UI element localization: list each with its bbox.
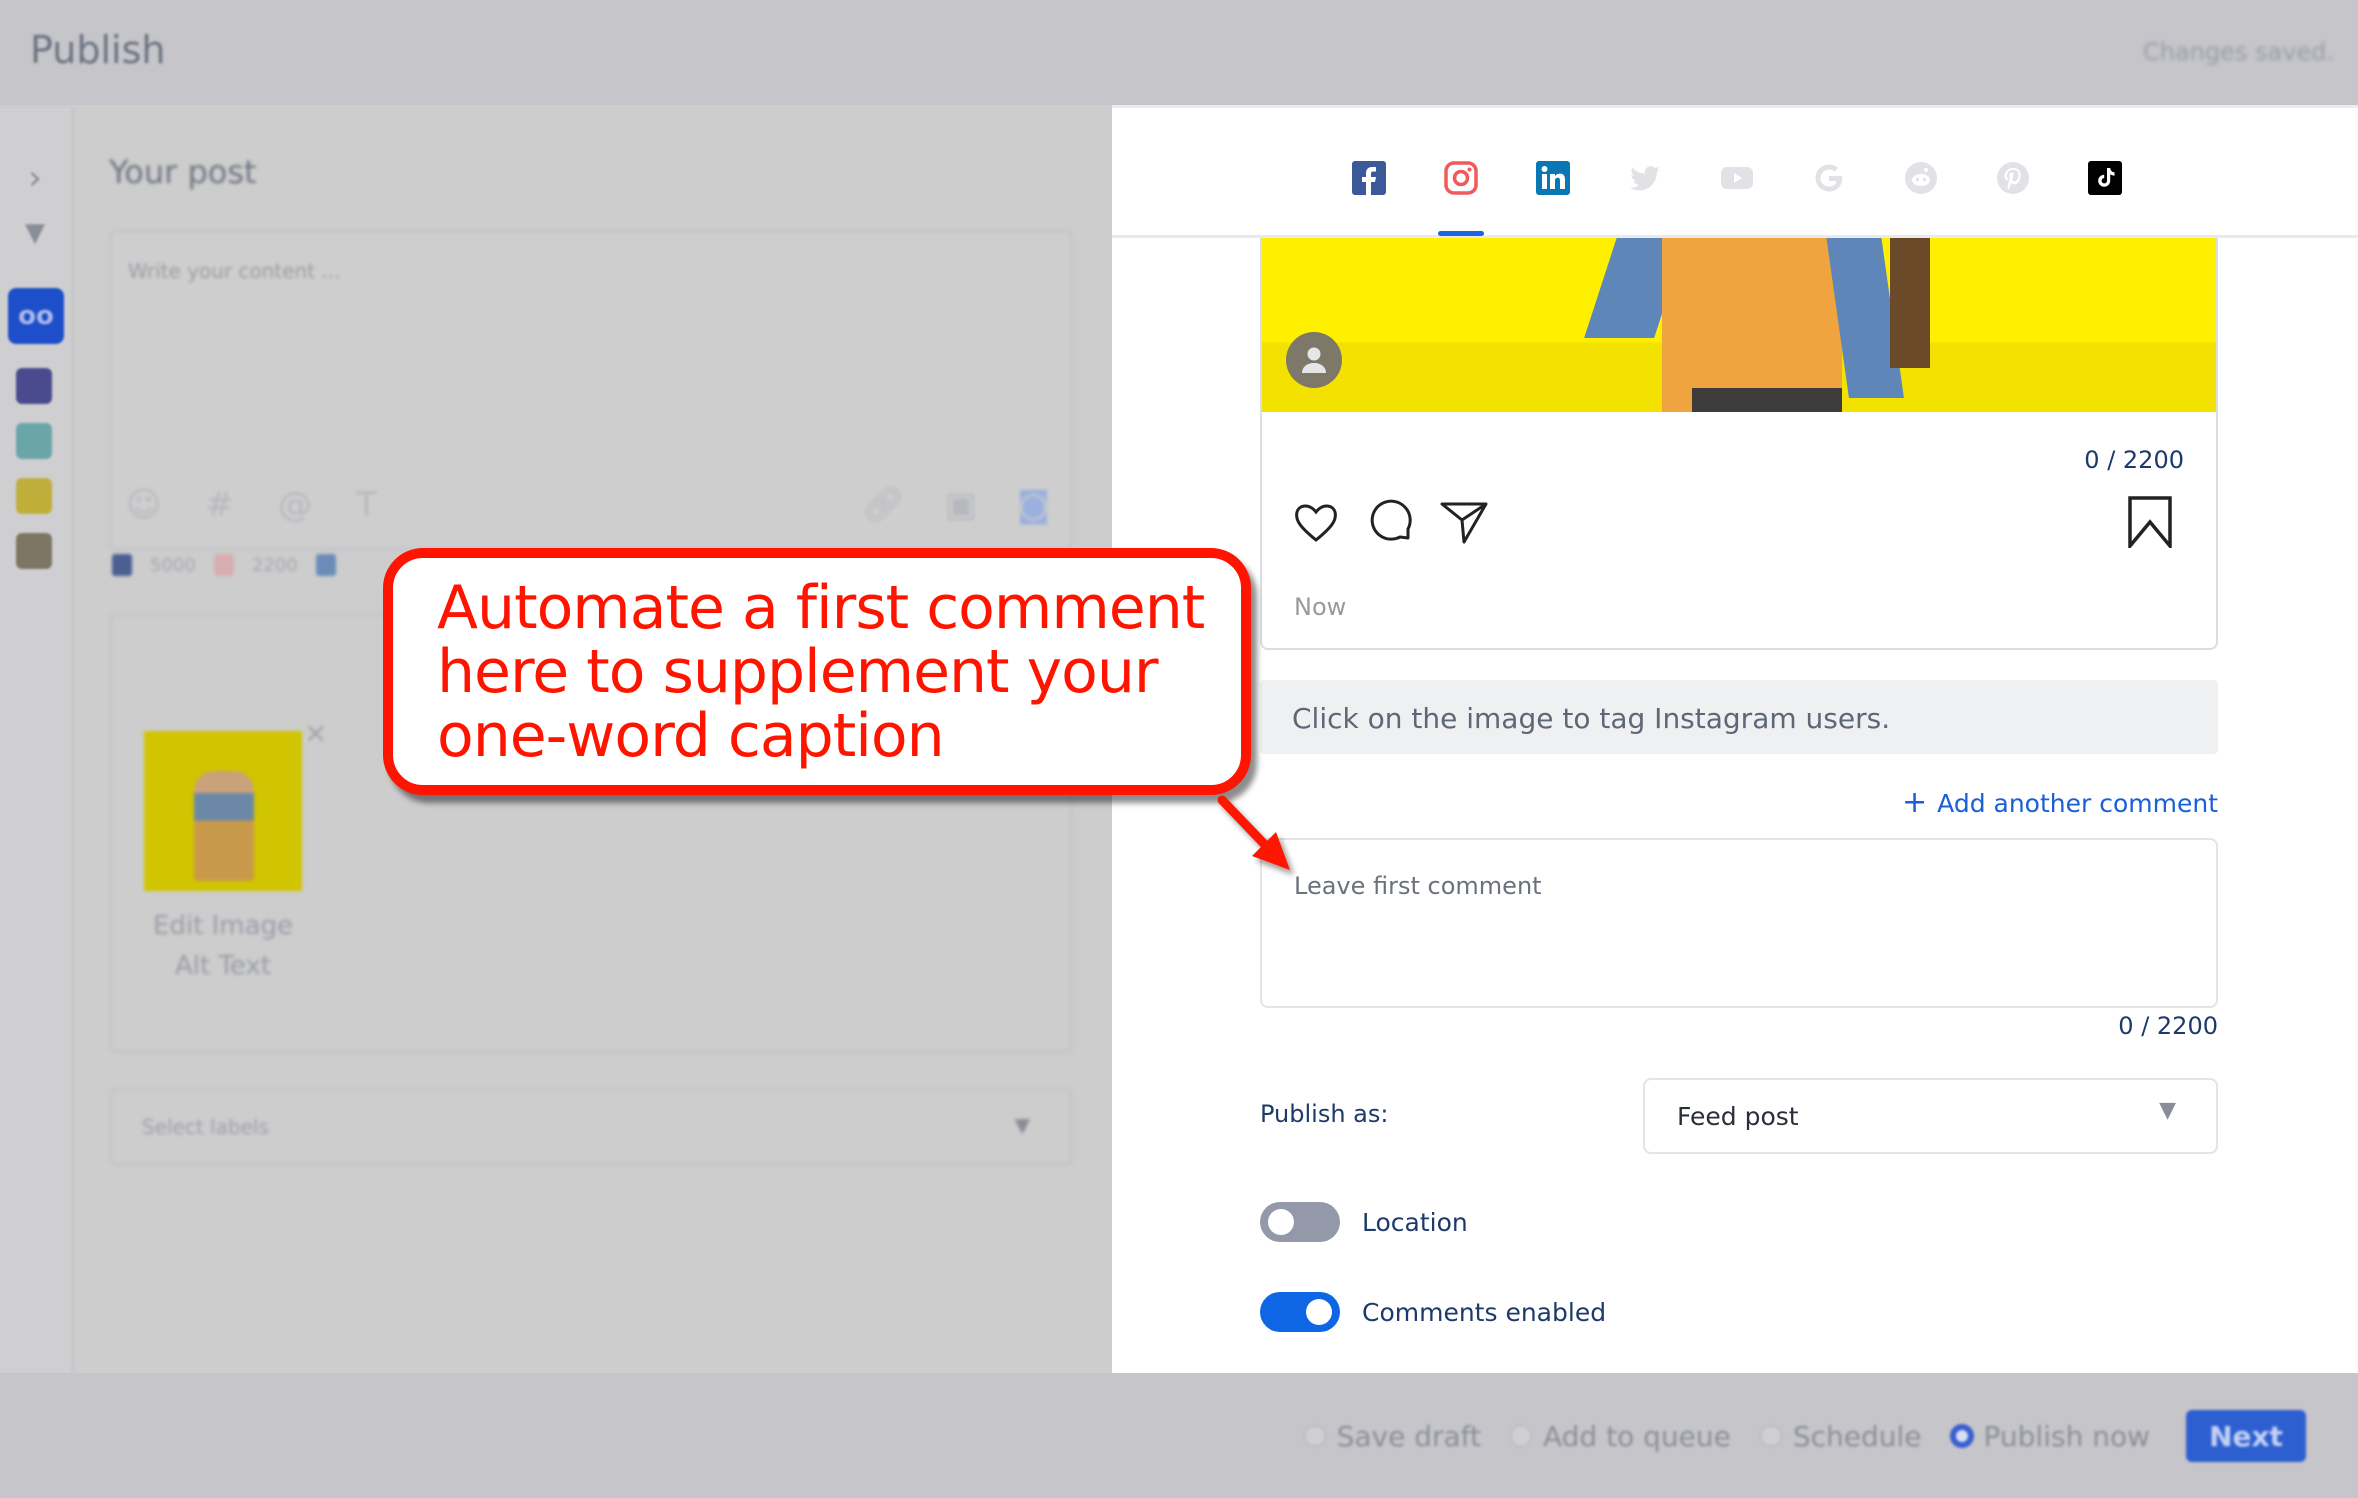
tab-pinterest[interactable] xyxy=(1996,161,2030,195)
account-avatar[interactable] xyxy=(16,533,52,569)
facebook-icon xyxy=(1352,161,1386,195)
remove-media-icon[interactable]: × xyxy=(304,716,327,749)
instagram-limit: 2200 xyxy=(251,554,298,576)
callout-arrow-icon xyxy=(1217,795,1290,870)
next-button[interactable]: Next xyxy=(2186,1410,2306,1462)
share-icon xyxy=(1438,496,1490,548)
network-preview-panel: 0 / 2200 Now Click on the image to tag I… xyxy=(1112,105,2358,1373)
add-another-comment-link[interactable]: + Add another comment xyxy=(1902,785,2218,820)
labels-placeholder: Select labels xyxy=(142,1115,269,1139)
callout-line-1: Automate a first comment xyxy=(437,573,1205,643)
network-char-limits: 5000 2200 xyxy=(112,554,336,576)
content-placeholder: Write your content ... xyxy=(128,259,341,283)
chevron-down-icon: ▼ xyxy=(1014,1113,1030,1137)
labels-select[interactable]: Select labels ▼ xyxy=(109,1088,1073,1166)
publish-now-radio[interactable]: Publish now xyxy=(1949,1419,2150,1453)
account-avatar[interactable] xyxy=(16,368,52,404)
mention-icon[interactable]: @ xyxy=(278,485,312,525)
tab-google[interactable] xyxy=(1812,161,1846,195)
post-image[interactable] xyxy=(1262,238,2216,412)
active-tab-indicator xyxy=(1438,231,1484,236)
instagram-icon xyxy=(1444,161,1478,195)
account-avatar[interactable] xyxy=(16,478,52,514)
location-row: Location xyxy=(1260,1202,1468,1242)
hashtag-icon[interactable]: # xyxy=(205,485,234,525)
bookmark-icon xyxy=(2124,496,2176,551)
accounts-sidebar: › ▼ oo xyxy=(0,108,74,1373)
tab-youtube[interactable] xyxy=(1720,161,1754,195)
tab-facebook[interactable] xyxy=(1352,161,1386,195)
facebook-limit: 5000 xyxy=(150,554,196,576)
publish-as-value: Feed post xyxy=(1677,1102,1799,1131)
edit-alt-text-line1: Edit Image xyxy=(152,911,294,941)
network-tabs xyxy=(1112,105,2358,238)
account-group-avatar[interactable]: oo xyxy=(8,288,64,344)
caption-char-count: 0 / 2200 xyxy=(2084,446,2184,474)
edit-alt-text-line2: Alt Text xyxy=(174,951,272,981)
content-editor[interactable]: Write your content ... ☺ # @ T 🔗︎ ▣ ◙ xyxy=(109,230,1073,550)
publish-as-label: Publish as: xyxy=(1260,1100,1389,1128)
add-to-queue-label: Add to queue xyxy=(1543,1419,1731,1453)
save-draft-label: Save draft xyxy=(1336,1419,1481,1453)
publish-now-label: Publish now xyxy=(1983,1419,2150,1453)
linkedin-icon xyxy=(315,554,336,576)
post-timestamp: Now xyxy=(1294,593,1347,621)
location-label: Location xyxy=(1362,1207,1468,1237)
publish-footer: Save draft Add to queue Schedule Publish… xyxy=(0,1373,2358,1498)
tab-instagram[interactable] xyxy=(1444,161,1478,195)
callout-line-3: one-word caption xyxy=(437,701,945,771)
page-title: Publish xyxy=(30,28,166,72)
callout-line-2: here to supplement your xyxy=(437,637,1159,707)
top-header: Publish Changes saved. xyxy=(0,0,2358,105)
camera-icon[interactable]: ◙ xyxy=(1017,485,1050,525)
facebook-icon xyxy=(112,554,132,576)
user-icon xyxy=(1302,347,1326,373)
instagram-icon xyxy=(213,554,234,576)
comments-enabled-toggle[interactable] xyxy=(1260,1292,1340,1332)
emoji-icon[interactable]: ☺ xyxy=(126,485,161,525)
first-comment-input[interactable] xyxy=(1260,838,2218,1008)
schedule-label: Schedule xyxy=(1792,1419,1922,1453)
location-toggle[interactable] xyxy=(1260,1202,1340,1242)
chevron-down-icon: ▼ xyxy=(2159,1098,2176,1123)
plus-icon: + xyxy=(1902,785,1928,820)
linkedin-icon xyxy=(1536,161,1570,195)
comment-icon xyxy=(1364,496,1416,548)
comments-enabled-row: Comments enabled xyxy=(1260,1292,1606,1332)
google-icon xyxy=(1815,164,1843,192)
instagram-post-preview: 0 / 2200 Now xyxy=(1260,238,2218,650)
link-icon[interactable]: 🔗︎ xyxy=(862,485,905,525)
first-comment-char-count: 0 / 2200 xyxy=(2118,1012,2218,1040)
save-status: Changes saved. xyxy=(2142,38,2334,66)
media-thumbnail[interactable] xyxy=(144,731,302,891)
tab-reddit[interactable] xyxy=(1904,161,1938,195)
publish-as-select[interactable]: Feed post ▼ xyxy=(1643,1078,2218,1154)
youtube-icon xyxy=(1721,167,1753,189)
schedule-radio[interactable]: Schedule xyxy=(1758,1419,1922,1453)
annotation-callout: Automate a first comment here to supplem… xyxy=(383,548,1251,795)
edit-alt-text-button[interactable]: Edit Image Alt Text xyxy=(144,906,302,986)
comments-enabled-label: Comments enabled xyxy=(1362,1297,1607,1327)
filter-icon[interactable]: ▼ xyxy=(0,218,70,248)
tiktok-icon xyxy=(2088,161,2122,195)
text-format-icon[interactable]: T xyxy=(356,485,377,525)
callout-text: Automate a first comment here to supplem… xyxy=(437,573,1205,771)
account-avatar[interactable] xyxy=(16,423,52,459)
account-group-label: oo xyxy=(18,301,54,331)
profile-avatar xyxy=(1286,332,1342,388)
reddit-icon xyxy=(1905,162,1937,194)
tab-tiktok[interactable] xyxy=(2088,161,2122,195)
expand-chevron-icon[interactable]: › xyxy=(0,158,70,198)
tag-users-hint: Click on the image to tag Instagram user… xyxy=(1260,680,2218,754)
pinterest-icon xyxy=(1997,162,2029,194)
add-to-queue-radio[interactable]: Add to queue xyxy=(1509,1420,1731,1453)
tab-twitter[interactable] xyxy=(1628,161,1662,195)
tab-linkedin[interactable] xyxy=(1536,161,1570,195)
twitter-icon xyxy=(1630,166,1660,191)
video-icon[interactable]: ▣ xyxy=(945,485,977,525)
save-draft-radio[interactable]: Save draft xyxy=(1302,1419,1481,1453)
like-icon xyxy=(1290,496,1342,548)
add-another-comment-label: Add another comment xyxy=(1937,789,2218,818)
composer-heading: Your post xyxy=(109,153,257,191)
